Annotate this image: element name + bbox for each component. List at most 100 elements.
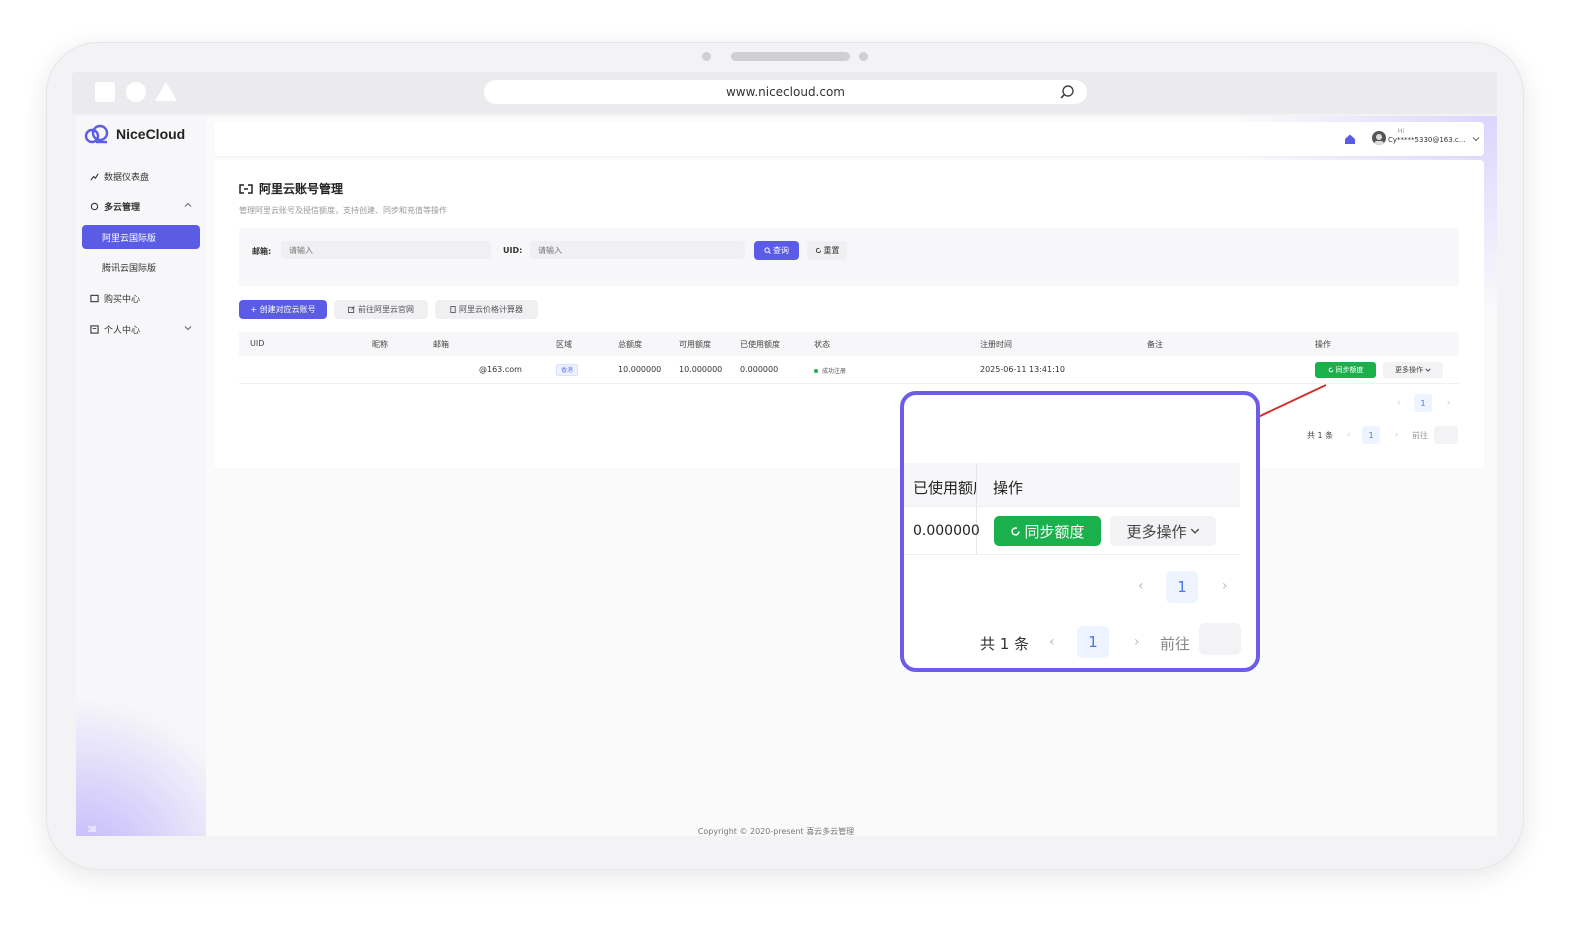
triangle-icon [155,82,177,101]
user-email[interactable]: Cy*****5330@163.c... [1388,136,1468,144]
cell-available: 10.000000 [679,365,723,374]
sidebar-item-label: 多云管理 [104,202,141,213]
zoom-total-count: 共 1 条 [980,635,1030,653]
calculator-icon [450,306,456,313]
page-number[interactable]: 1 [1414,394,1432,412]
square-icon [95,82,115,102]
more-actions-label: 更多操作 [1395,366,1423,374]
main-card: 阿里云账号管理 管理阿里云账号及授信额度，支持创建、同步和充值等操作 邮箱: U… [214,160,1484,468]
top-header: Hi Cy*****5330@163.c... [214,122,1484,156]
status-text: 成功注册 [822,368,847,375]
goto-aliyun-button[interactable]: 前往阿里云官网 [334,300,428,319]
total-count: 共 1 条 [1307,431,1334,440]
cloud-logo-icon [84,124,109,144]
column-nickname: 昵称 [372,340,388,349]
refresh-icon [815,247,821,254]
goto-label: 前往 [1412,431,1428,440]
chevron-down-icon [184,326,192,331]
sidebar-item-label: 个人中心 [104,325,141,336]
zoom-prev-page-icon[interactable]: ‹ [1138,578,1144,594]
zoom-more-label: 更多操作 [1126,522,1187,541]
sidebar-item-label: 数据仪表盘 [104,172,150,183]
zoom-page-number[interactable]: 1 [1077,626,1109,658]
sidebar-item-dashboard[interactable]: 数据仪表盘 [82,164,200,188]
zoom-goto-input[interactable] [1199,623,1241,655]
column-used: 已使用额度 [740,340,780,349]
user-avatar-icon [1374,134,1384,145]
cart-icon [90,294,99,302]
user-greeting: Hi [1397,128,1404,135]
zoom-prev-page-icon[interactable]: ‹ [1049,634,1055,650]
logo-text: NiceCloud [116,126,186,142]
next-page-icon[interactable]: › [1447,398,1450,407]
column-remark: 备注 [1147,340,1163,349]
create-account-label: + 创建对应云账号 [250,305,316,314]
prev-page-icon[interactable]: ‹ [1397,398,1400,407]
email-input[interactable] [281,241,491,259]
column-actions: 操作 [1315,340,1331,349]
cell-total: 10.000000 [618,365,662,374]
zoom-page-number[interactable]: 1 [1166,571,1198,603]
address-bar[interactable]: www.nicecloud.com [484,80,1087,104]
zoom-more-actions-button[interactable]: 更多操作 [1110,516,1216,546]
table-row: @163.com 香港 10.000000 10.000000 0.000000… [239,356,1459,384]
sidebar-item-label: 购买中心 [104,294,141,305]
app-screen: NiceCloud 数据仪表盘 多云管理 阿里云国际版 腾讯云国际版 购买中心 … [76,116,1497,836]
prev-page-icon[interactable]: ‹ [1347,430,1350,439]
next-page-icon[interactable]: › [1395,430,1398,439]
zoom-column-divider [976,463,977,555]
filter-panel: 邮箱: UID: 查询 重置 [239,228,1459,286]
link-icon [239,183,253,194]
search-icon [764,247,771,254]
column-region: 区域 [556,340,572,349]
cell-used: 0.000000 [740,365,779,374]
cell-registered: 2025-06-11 13:41:10 [980,365,1065,374]
sidebar-glow [76,696,206,836]
reset-button[interactable]: 重置 [807,241,847,260]
price-calculator-button[interactable]: 阿里云价格计算器 [435,300,538,319]
table-header: UID 昵称 邮箱 区域 总额度 可用额度 已使用额度 状态 注册时间 备注 操… [239,332,1459,356]
sync-quota-button[interactable]: 同步额度 [1315,362,1376,378]
circle-icon [126,82,146,102]
status-dot [814,369,818,373]
zoom-sync-quota-button[interactable]: 同步额度 [994,516,1101,546]
sidebar-item-label: 阿里云国际版 [102,233,157,244]
query-button[interactable]: 查询 [754,241,799,260]
sidebar-item-multicloud[interactable]: 多云管理 [82,194,200,218]
sidebar-item-purchase[interactable]: 购买中心 [82,286,200,310]
uid-input[interactable] [530,241,745,259]
page-number[interactable]: 1 [1362,426,1380,444]
external-link-icon [348,306,355,313]
cloud-icon [90,202,99,210]
home-icon[interactable] [1344,133,1356,145]
column-total: 总额度 [618,340,642,349]
zoom-next-page-icon[interactable]: › [1134,634,1140,650]
sidebar: NiceCloud 数据仪表盘 多云管理 阿里云国际版 腾讯云国际版 购买中心 … [76,116,206,836]
footer-copyright: Copyright © 2020-present 喜云多云管理 [697,827,855,836]
more-actions-button[interactable]: 更多操作 [1383,362,1443,378]
query-label: 查询 [773,246,789,255]
create-account-button[interactable]: + 创建对应云账号 [239,300,327,319]
email-label: 邮箱: [252,247,272,256]
sidebar-item-profile[interactable]: 个人中心 [82,317,200,341]
zoom-goto-label: 前往 [1160,635,1191,653]
search-icon[interactable] [1059,84,1075,100]
zoom-next-page-icon[interactable]: › [1222,578,1228,594]
sidebar-item-tencent-intl[interactable]: 腾讯云国际版 [82,255,200,279]
goto-page-input[interactable] [1434,426,1458,444]
price-calculator-label: 阿里云价格计算器 [459,305,523,314]
refresh-icon [1011,526,1021,536]
goto-aliyun-label: 前往阿里云官网 [358,305,414,314]
logo[interactable]: NiceCloud [84,124,185,144]
page-description: 管理阿里云账号及授信额度，支持创建、同步和充值等操作 [239,206,447,215]
avatar[interactable] [1372,131,1386,145]
chevron-up-icon [184,202,192,207]
column-uid: UID [250,339,265,348]
region-tag: 香港 [556,364,579,376]
sidebar-item-aliyun-intl[interactable]: 阿里云国际版 [82,225,200,249]
chevron-down-icon[interactable] [1472,135,1480,143]
zoom-column-actions: 操作 [993,479,1024,497]
chart-icon [90,173,99,180]
uid-label: UID: [503,246,523,255]
sync-quota-label: 同步额度 [1335,366,1364,374]
